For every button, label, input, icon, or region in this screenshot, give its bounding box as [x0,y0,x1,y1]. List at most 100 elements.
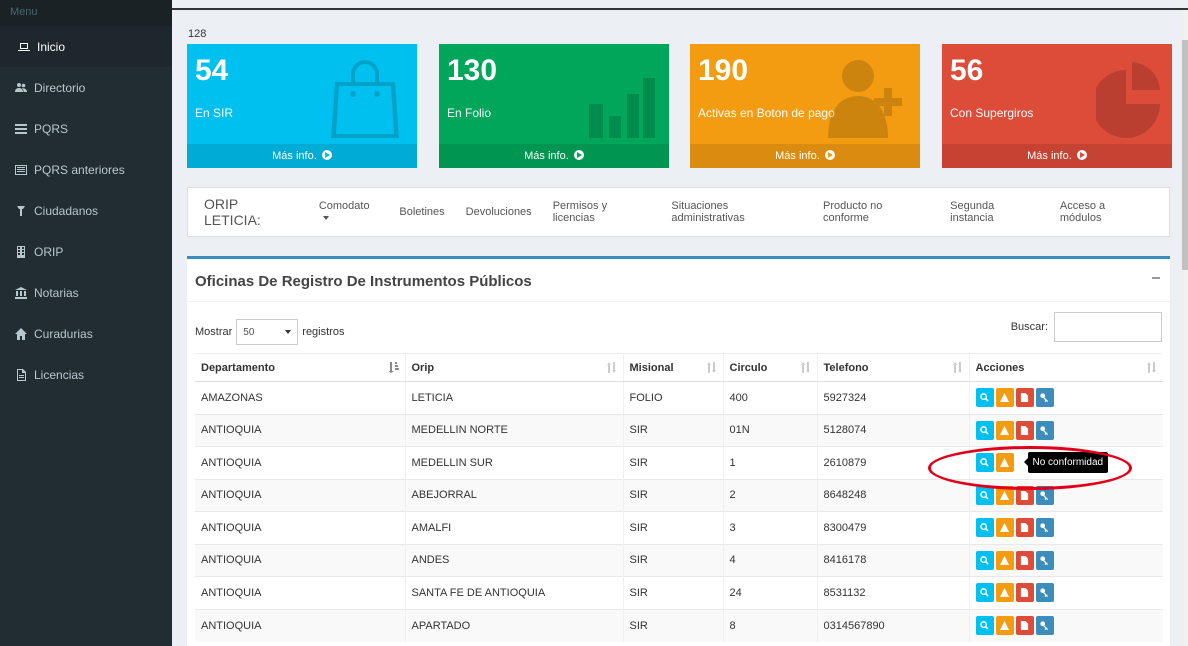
nav-comodato-dropdown[interactable]: Comodato [319,200,379,224]
collapse-button[interactable] [1152,277,1160,279]
key-button[interactable] [1035,485,1054,505]
sidebar-item-inicio[interactable]: Inicio [0,26,172,67]
cell-acciones [968,576,1163,609]
users-icon [14,82,28,94]
stat-number: 56 [950,54,984,87]
col-header-misional[interactable]: Misional [622,353,723,382]
key-button[interactable] [1035,550,1054,570]
cell-circulo: 2 [722,478,817,512]
col-header-acciones[interactable]: Acciones [968,353,1163,382]
row-actions [975,518,1164,538]
file-icon [14,368,28,381]
sidebar-item-orip[interactable]: ORIP [0,231,172,272]
no-conformidad-button[interactable] [995,583,1014,603]
no-conformidad-button[interactable] [995,485,1014,505]
user-icon [14,205,28,217]
more-info-link[interactable]: Más info. [942,144,1172,168]
view-button[interactable] [975,485,994,505]
document-button[interactable] [1015,583,1034,603]
key-icon [1040,523,1049,533]
search-input[interactable] [1054,312,1162,342]
cell-departamento: ANTIOQUIA [195,446,405,479]
cell-misional: SIR [622,543,723,577]
no-conformidad-button[interactable] [995,388,1014,408]
cell-circulo: 4 [722,543,817,577]
view-button[interactable] [975,616,994,635]
sort-asc-icon [387,362,399,373]
no-conformidad-button[interactable] [995,616,1014,635]
sidebar-item-label: Ciudadanos [34,203,99,218]
document-button[interactable] [1015,518,1034,538]
page-length-select[interactable]: 50 [236,319,299,345]
document-button[interactable] [1015,388,1034,408]
key-button[interactable] [1035,388,1054,408]
view-button[interactable] [975,583,994,603]
cell-departamento: ANTIOQUIA [195,543,405,577]
user-add-icon [828,54,908,141]
col-header-orip[interactable]: Orip [404,353,623,382]
cell-departamento: ANTIOQUIA [195,413,405,447]
nav-boletines[interactable]: Boletines [399,206,444,218]
orip-table: Departamento Orip Misional Circulo Telef… [195,353,1163,642]
col-header-departamento[interactable]: Departamento [195,353,405,382]
more-info-link[interactable]: Más info. [690,144,920,168]
key-icon [1040,393,1049,403]
nav-acceso-modulos[interactable]: Acceso a módulos [1060,200,1148,224]
key-button[interactable] [1035,616,1054,635]
sort-icon [706,362,717,373]
view-button[interactable] [975,420,994,440]
nav-devoluciones[interactable]: Devoluciones [466,206,532,218]
cell-orip: LETICIA [404,381,623,414]
document-button[interactable] [1015,616,1034,635]
sidebar-item-curadurias[interactable]: Curadurias [0,313,172,354]
document-button[interactable] [1015,420,1034,440]
cell-acciones [968,608,1163,642]
sidebar: Menu Inicio Directorio PQRS PQRS anterio… [0,0,172,646]
no-conformidad-button[interactable] [995,420,1014,440]
stat-box-supergiros: 56 Con Supergiros Más info. [942,44,1172,168]
stat-box-folio: 130 En Folio Más info. [439,44,669,168]
cell-orip: ABEJORRAL [404,478,623,512]
key-button[interactable] [1035,518,1054,538]
cell-misional: FOLIO [622,381,723,414]
sidebar-item-pqrs-anteriores[interactable]: PQRS anteriores [0,149,172,190]
cell-departamento: AMAZONAS [195,381,405,414]
sidebar-item-licencias[interactable]: Licencias [0,354,172,395]
table-row: ANTIOQUIA APARTADO SIR 8 0314567890 [195,608,1163,642]
key-button[interactable] [1035,583,1054,603]
cell-departamento: ANTIOQUIA [195,478,405,512]
nav-permisos-licencias[interactable]: Permisos y licencias [553,200,651,224]
col-header-telefono[interactable]: Telefono [816,353,969,382]
sidebar-item-ciudadanos[interactable]: Ciudadanos [0,190,172,231]
table-row: ANTIOQUIA MEDELLIN SUR SIR 1 2610879 No … [195,446,1163,479]
key-button[interactable] [1035,420,1054,440]
no-conformidad-button[interactable] [995,550,1014,570]
view-button[interactable] [975,388,994,408]
cell-orip: ANDES [404,543,623,577]
cell-telefono: 8300479 [816,511,969,544]
col-header-circulo[interactable]: Circulo [722,353,817,382]
more-info-link[interactable]: Más info. [187,144,417,168]
cell-acciones: No conformidad [968,446,1163,479]
page-scrollbar[interactable] [1182,10,1188,646]
stat-number: 54 [195,54,229,87]
row-actions [975,420,1164,440]
table-row: ANTIOQUIA MEDELLIN NORTE SIR 01N 5128074 [195,413,1164,447]
pie-chart-icon [1092,54,1160,141]
no-conformidad-button[interactable] [995,518,1014,538]
view-button[interactable] [975,453,994,473]
sidebar-item-notarias[interactable]: Notarias [0,272,172,313]
document-button[interactable] [1015,485,1034,505]
document-button[interactable] [1015,550,1034,570]
view-button[interactable] [975,518,994,538]
sidebar-item-directorio[interactable]: Directorio [0,67,172,108]
sidebar-item-pqrs[interactable]: PQRS [0,108,172,149]
nav-segunda-instancia[interactable]: Segunda instancia [950,200,1039,224]
scrollbar-thumb[interactable] [1182,40,1188,270]
nav-producto-no-conforme[interactable]: Producto no conforme [823,200,929,224]
nav-situaciones-administrativas[interactable]: Situaciones administrativas [671,200,802,224]
orip-navbar: ORIP LETICIA: Comodato Boletines Devoluc… [187,187,1170,237]
no-conformidad-button[interactable] [995,453,1014,473]
view-button[interactable] [975,550,994,570]
more-info-link[interactable]: Más info. [439,144,669,168]
